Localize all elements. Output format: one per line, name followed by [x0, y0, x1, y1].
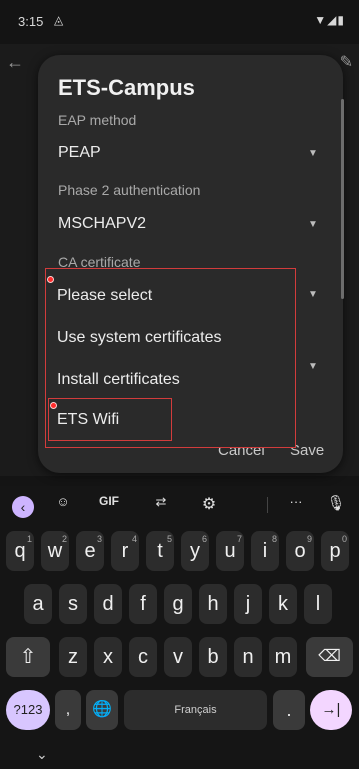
marker-dot — [47, 276, 54, 283]
key-t[interactable]: t5 — [146, 531, 174, 571]
key-g[interactable]: g — [164, 584, 192, 624]
key-f[interactable]: f — [129, 584, 157, 624]
key-m[interactable]: m — [269, 637, 297, 677]
status-bar: 3:15 ◬ ▼◢▮ — [0, 0, 359, 44]
keyboard: ‹ ☺ GIF ⇄ ⚙ ··· 🎙 q1 w2 e3 r4 t5 y6 u7 i… — [0, 486, 359, 769]
chevron-down-icon: ▼ — [308, 219, 318, 230]
period-key[interactable]: . — [273, 690, 305, 730]
key-d[interactable]: d — [94, 584, 122, 624]
back-arrow-icon[interactable]: ← — [6, 52, 24, 73]
hide-keyboard-icon[interactable]: ⌄ — [36, 746, 48, 763]
key-y[interactable]: y6 — [181, 531, 209, 571]
chevron-down-icon: ▼ — [308, 289, 318, 300]
scrollbar[interactable] — [341, 99, 344, 299]
key-q[interactable]: q1 — [6, 531, 34, 571]
key-p[interactable]: p0 — [321, 531, 349, 571]
key-i[interactable]: i8 — [251, 531, 279, 571]
chevron-down-icon: ▼ — [308, 148, 318, 159]
microphone-icon[interactable]: 🎙 — [323, 494, 349, 512]
space-key[interactable]: Français — [124, 690, 267, 730]
key-j[interactable]: j — [234, 584, 262, 624]
key-h[interactable]: h — [199, 584, 227, 624]
key-r[interactable]: r4 — [111, 531, 139, 571]
key-e[interactable]: e3 — [76, 531, 104, 571]
globe-icon[interactable]: 🌐 — [86, 690, 118, 730]
phase2-label: Phase 2 authentication — [58, 182, 201, 198]
toolbar-divider — [267, 497, 268, 513]
eap-method-label: EAP method — [58, 112, 137, 128]
marker-dot — [50, 402, 57, 409]
chevron-down-icon: ▼ — [308, 361, 318, 372]
key-n[interactable]: n — [234, 637, 262, 677]
gif-button[interactable]: GIF — [94, 494, 124, 508]
status-time: 3:15 — [18, 14, 44, 29]
key-a[interactable]: a — [24, 584, 52, 624]
comma-key[interactable]: , — [55, 690, 81, 730]
key-o[interactable]: o9 — [286, 531, 314, 571]
key-v[interactable]: v — [164, 637, 192, 677]
enter-key[interactable]: →| — [310, 690, 352, 730]
key-l[interactable]: l — [304, 584, 332, 624]
more-button[interactable]: ··· — [283, 494, 309, 509]
key-x[interactable]: x — [94, 637, 122, 677]
cast-icon: ◬ — [54, 13, 64, 27]
phase2-select[interactable]: MSCHAPV2 — [58, 215, 146, 233]
highlight-box — [48, 398, 172, 441]
symbols-key[interactable]: ?123 — [6, 690, 50, 730]
key-w[interactable]: w2 — [41, 531, 69, 571]
key-z[interactable]: z — [59, 637, 87, 677]
key-u[interactable]: u7 — [216, 531, 244, 571]
key-s[interactable]: s — [59, 584, 87, 624]
status-icons: ▼◢▮ — [314, 13, 345, 27]
key-b[interactable]: b — [199, 637, 227, 677]
backspace-key[interactable]: ⌫ — [306, 637, 353, 677]
shift-key[interactable]: ⇧ — [6, 637, 50, 677]
key-c[interactable]: c — [129, 637, 157, 677]
translate-icon[interactable]: ⇄ — [148, 494, 174, 510]
back-icon[interactable]: ‹ — [12, 496, 34, 518]
sticker-icon[interactable]: ☺ — [50, 494, 76, 509]
gear-icon[interactable]: ⚙ — [196, 494, 222, 514]
key-k[interactable]: k — [269, 584, 297, 624]
eap-method-select[interactable]: PEAP — [58, 144, 101, 162]
dialog-title: ETS-Campus — [58, 75, 195, 100]
